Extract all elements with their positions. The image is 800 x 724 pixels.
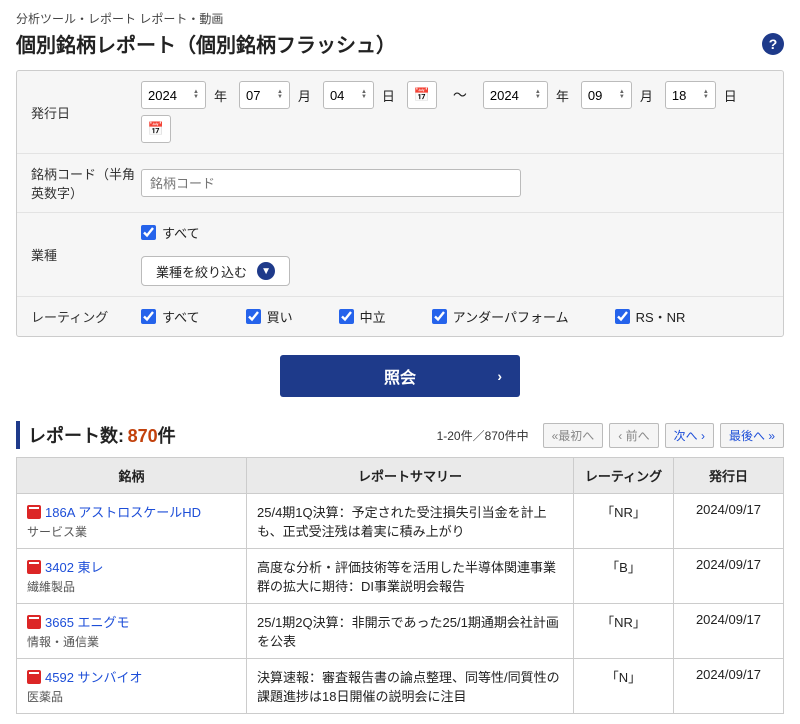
cell-date: 2024/09/17	[674, 549, 784, 604]
th-stock: 銘柄	[17, 458, 247, 494]
filter-panel: 発行日 2024▲▼ 年 07▲▼ 月 04▲▼ 日 📅 〜 2024▲▼ 年 …	[16, 70, 784, 337]
cell-summary: 高度な分析・評価技術等を活用した半導体関連事業群の拡大に期待：DI事業説明会報告	[247, 549, 574, 604]
stock-sector: 医薬品	[27, 688, 236, 705]
rating-buy-checkbox[interactable]: 買い	[246, 307, 293, 326]
to-month-select[interactable]: 09▲▼	[581, 81, 632, 109]
unit-month: 月	[298, 86, 311, 105]
pager-first-button[interactable]: «最初へ	[543, 423, 604, 448]
stock-link[interactable]: 186A アストロスケールHD	[45, 505, 201, 520]
cell-rating: 「NR」	[574, 604, 674, 659]
to-calendar-button[interactable]: 📅	[141, 115, 171, 143]
stock-link[interactable]: 3402 東レ	[45, 560, 104, 575]
table-row: 3402 東レ繊維製品高度な分析・評価技術等を活用した半導体関連事業群の拡大に期…	[17, 549, 784, 604]
chevron-right-icon: ›	[497, 368, 502, 384]
th-date: 発行日	[674, 458, 784, 494]
from-day-select[interactable]: 04▲▼	[323, 81, 374, 109]
label-stock-code: 銘柄コード（半角英数字）	[31, 164, 141, 202]
th-rating: レーティング	[574, 458, 674, 494]
rating-underperform-checkbox[interactable]: アンダーパフォーム	[432, 307, 569, 326]
label-sector: 業種	[31, 245, 141, 264]
rating-rsnr-checkbox[interactable]: RS・NR	[615, 307, 686, 326]
label-rating: レーティング	[31, 307, 141, 326]
cell-summary: 25/4期1Q決算：予定された受注損失引当金を計上も、正式受注残は着実に積み上が…	[247, 494, 574, 549]
sector-all-checkbox[interactable]: すべて	[141, 223, 200, 242]
stock-link[interactable]: 4592 サンバイオ	[45, 670, 143, 685]
to-year-select[interactable]: 2024▲▼	[483, 81, 548, 109]
table-row: 3665 エニグモ情報・通信業 25/1期2Q決算：非開示であった25/1期通期会…	[17, 604, 784, 659]
from-year-select[interactable]: 2024▲▼	[141, 81, 206, 109]
cell-date: 2024/09/17	[674, 494, 784, 549]
results-table: 銘柄 レポートサマリー レーティング 発行日 186A アストロスケールHD サー…	[16, 457, 784, 714]
label-issue-date: 発行日	[31, 103, 141, 122]
report-count-value: 870	[128, 426, 158, 446]
page-title: 個別銘柄レポート（個別銘柄フラッシュ）	[16, 29, 396, 58]
pager-prev-button[interactable]: ‹ 前へ	[609, 423, 658, 448]
cell-date: 2024/09/17	[674, 604, 784, 659]
to-day-select[interactable]: 18▲▼	[665, 81, 716, 109]
cell-rating: 「B」	[574, 549, 674, 604]
pdf-icon	[27, 560, 41, 574]
unit-day: 日	[382, 86, 395, 105]
narrow-sector-button[interactable]: 業種を絞り込む▼	[141, 256, 290, 286]
cell-summary: 25/1期2Q決算：非開示であった25/1期通期会社計画を公表	[247, 604, 574, 659]
pdf-icon	[27, 670, 41, 684]
rating-all-checkbox[interactable]: すべて	[141, 307, 200, 326]
pdf-icon	[27, 615, 41, 629]
chevron-down-icon: ▼	[257, 262, 275, 280]
from-month-select[interactable]: 07▲▼	[239, 81, 290, 109]
stock-sector: 情報・通信業	[27, 633, 236, 650]
cell-summary: 決算速報：審査報告書の論点整理、同等性/同質性の課題進捗は18日開催の説明会に注…	[247, 659, 574, 714]
pager-last-button[interactable]: 最後へ »	[720, 423, 784, 448]
pager-next-button[interactable]: 次へ ›	[665, 423, 714, 448]
cell-rating: 「N」	[574, 659, 674, 714]
breadcrumb: 分析ツール・レポート レポート・動画	[16, 10, 784, 27]
from-calendar-button[interactable]: 📅	[407, 81, 437, 109]
rating-neutral-checkbox[interactable]: 中立	[339, 307, 386, 326]
table-row: 186A アストロスケールHD サービス業 25/4期1Q決算：予定された受注損失引…	[17, 494, 784, 549]
stock-link[interactable]: 3665 エニグモ	[45, 615, 130, 630]
cell-date: 2024/09/17	[674, 659, 784, 714]
pdf-icon	[27, 505, 41, 519]
calendar-icon: 📅	[414, 87, 430, 103]
search-button[interactable]: 照会›	[280, 355, 520, 397]
unit-year: 年	[214, 86, 227, 105]
calendar-icon: 📅	[148, 121, 164, 137]
stock-sector: サービス業	[27, 523, 236, 540]
stock-code-input[interactable]	[141, 169, 521, 197]
pager: 1-20件／870件中 «最初へ ‹ 前へ 次へ › 最後へ »	[437, 423, 784, 448]
report-count-label: レポート数:	[28, 426, 124, 446]
th-summary: レポートサマリー	[247, 458, 574, 494]
pager-range: 1-20件／870件中	[437, 427, 529, 444]
help-icon[interactable]: ?	[762, 33, 784, 55]
stock-sector: 繊維製品	[27, 578, 236, 595]
date-range-tilde: 〜	[453, 85, 467, 105]
cell-rating: 「NR」	[574, 494, 674, 549]
table-row: 4592 サンバイオ医薬品決算速報：審査報告書の論点整理、同等性/同質性の課題進…	[17, 659, 784, 714]
